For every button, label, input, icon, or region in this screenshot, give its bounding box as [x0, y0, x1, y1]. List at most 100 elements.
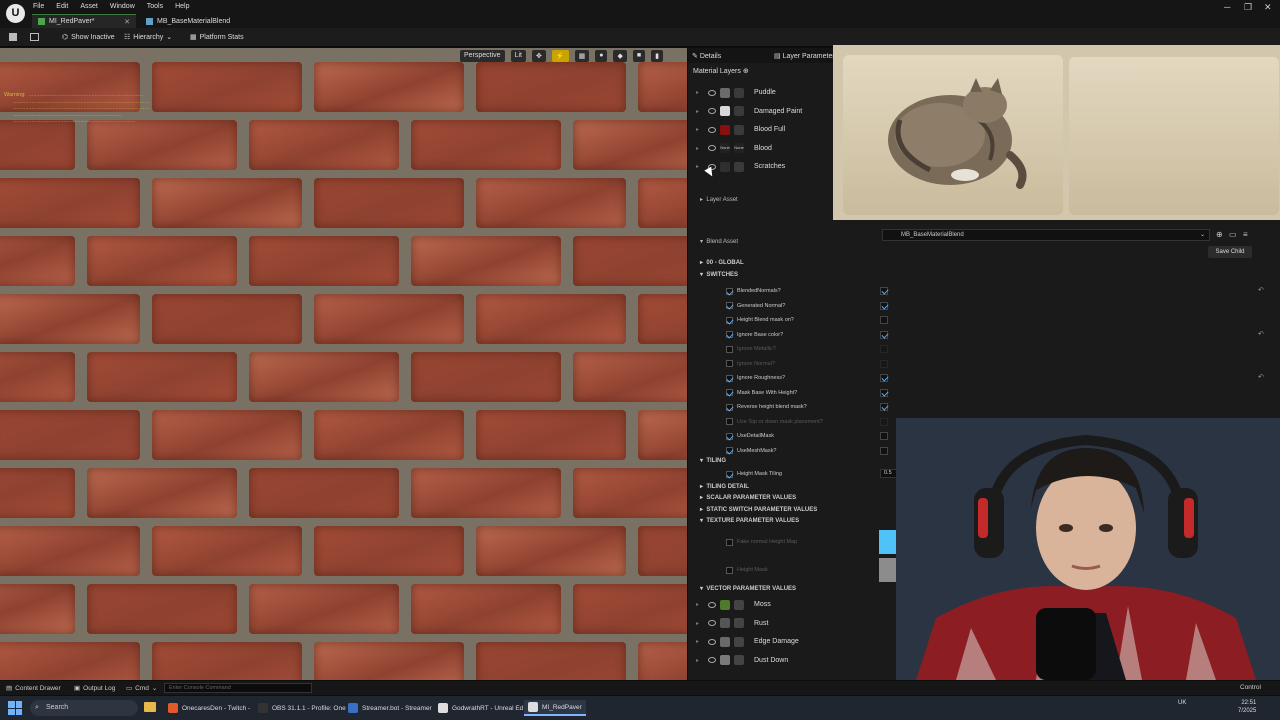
hierarchy-button[interactable]: ☷ Hierarchy ⌄ — [124, 33, 172, 42]
perspective-button[interactable]: Perspective — [460, 50, 505, 62]
browse-asset-icon[interactable]: ⊕ — [1216, 230, 1223, 239]
visibility-eye-icon[interactable] — [708, 108, 716, 114]
blend-thumbnail[interactable]: None — [734, 143, 744, 153]
visibility-eye-icon[interactable] — [708, 657, 716, 663]
blend-asset-dropdown[interactable]: MB_BaseMaterialBlend ⌄ — [882, 229, 1210, 241]
close-window-icon[interactable]: ✕ — [1264, 2, 1272, 13]
override-checkbox[interactable] — [726, 538, 733, 546]
add-layer-icon[interactable]: ⊕ — [743, 68, 749, 75]
menu-file[interactable]: File — [33, 3, 44, 10]
override-checkbox[interactable] — [726, 287, 733, 295]
expand-arrow-icon[interactable]: ▸ — [696, 89, 704, 96]
override-checkbox[interactable] — [726, 432, 733, 440]
grid-icon[interactable]: ▦ — [574, 50, 590, 62]
expand-arrow-icon[interactable]: ▸ — [696, 657, 704, 664]
expand-arrow-icon[interactable]: ▸ — [696, 145, 704, 152]
menu-tools[interactable]: Tools — [147, 3, 163, 10]
override-checkbox[interactable] — [726, 447, 733, 454]
filter-icon[interactable]: ≡ — [1243, 230, 1248, 239]
material-preview-viewport[interactable] — [0, 48, 687, 680]
realtime-icon[interactable]: ⚡ — [551, 50, 569, 62]
override-checkbox[interactable] — [726, 302, 733, 309]
blend-thumbnail[interactable] — [734, 161, 744, 172]
source-control-button[interactable]: Control — [1240, 684, 1261, 691]
material-layer-row[interactable]: ▸ Blood Full — [696, 121, 836, 138]
lit-button[interactable]: Lit — [510, 50, 526, 62]
taskbar-app[interactable]: OnecaresDen - Twitch - — [164, 700, 254, 716]
visibility-eye-icon[interactable] — [708, 126, 716, 133]
content-drawer-button[interactable]: ▤ Content Drawer — [6, 684, 61, 693]
menu-help[interactable]: Help — [175, 3, 189, 10]
taskbar-search[interactable]: ⌕ Search — [30, 700, 138, 716]
switch-value-checkbox[interactable] — [880, 330, 888, 339]
override-checkbox[interactable] — [726, 374, 733, 382]
blend-thumbnail[interactable] — [734, 618, 744, 628]
material-layer-row[interactable]: ▸ Puddle — [696, 84, 836, 101]
layer-thumbnail[interactable] — [720, 124, 730, 135]
layer-thumbnail[interactable] — [720, 618, 730, 628]
tab-layer-parameter[interactable]: ▤ Layer Parameter — [774, 52, 835, 60]
reset-icon[interactable]: ↶ — [1258, 373, 1264, 381]
menu-edit[interactable]: Edit — [56, 3, 68, 10]
cube-icon[interactable]: ■ — [632, 50, 646, 62]
tab-details[interactable]: ✎ Details — [692, 52, 721, 60]
override-checkbox[interactable] — [726, 331, 733, 338]
file-explorer-icon[interactable] — [144, 702, 156, 712]
expand-arrow-icon[interactable]: ▸ — [696, 620, 704, 627]
visibility-eye-icon[interactable] — [708, 601, 716, 608]
visibility-eye-icon[interactable] — [708, 638, 716, 645]
taskbar-app[interactable]: GodwrathRT - Unreal Ed — [434, 700, 527, 716]
switch-value-checkbox[interactable] — [880, 359, 888, 368]
unreal-logo-icon[interactable]: U — [6, 4, 25, 23]
group-switches[interactable]: ▾ SWITCHES — [700, 270, 1270, 281]
material-layer-row[interactable]: ▸ Damaged Paint — [696, 103, 836, 120]
minimize-icon[interactable]: ─ — [1224, 2, 1230, 12]
override-checkbox[interactable] — [726, 316, 733, 324]
menu-window[interactable]: Window — [110, 3, 135, 10]
material-layer-row[interactable]: ▸ None None Blood — [696, 140, 836, 157]
save-child-button[interactable]: Save Child — [1208, 246, 1252, 258]
expand-arrow-icon[interactable]: ▸ — [696, 638, 704, 645]
switch-value-checkbox[interactable] — [880, 345, 888, 353]
menu-asset[interactable]: Asset — [80, 3, 98, 10]
expand-arrow-icon[interactable]: ▸ — [696, 108, 704, 115]
show-inactive-button[interactable]: ⌬ Show Inactive — [62, 33, 115, 42]
blend-thumbnail[interactable] — [734, 636, 744, 647]
visibility-eye-icon[interactable] — [708, 89, 716, 96]
switch-value-checkbox[interactable] — [880, 316, 888, 324]
switch-value-checkbox[interactable] — [880, 403, 888, 411]
expand-arrow-icon[interactable]: ▸ — [696, 601, 704, 608]
switch-value-checkbox[interactable] — [880, 374, 888, 382]
override-checkbox[interactable] — [726, 470, 733, 478]
layer-thumbnail[interactable] — [720, 161, 730, 172]
output-log-button[interactable]: ▣ Output Log — [74, 684, 115, 693]
close-icon[interactable]: ✕ — [124, 18, 130, 26]
group-global[interactable]: ▸ 00 - GLOBAL — [700, 258, 1270, 269]
override-checkbox[interactable] — [726, 389, 733, 396]
system-clock[interactable]: 22:51 7/2025 — [1238, 699, 1256, 715]
blend-thumbnail[interactable] — [734, 599, 744, 610]
layer-thumbnail[interactable] — [720, 655, 730, 665]
console-input[interactable]: Enter Console Command — [164, 683, 312, 693]
locale-indicator[interactable]: UK — [1178, 700, 1186, 706]
layer-thumbnail[interactable] — [720, 636, 730, 647]
maximize-icon[interactable]: ❐ — [1244, 2, 1252, 13]
taskbar-app[interactable]: Streamer.bot - Streamer — [344, 700, 436, 716]
layer-thumbnail[interactable] — [720, 106, 730, 116]
switch-value-checkbox[interactable] — [880, 432, 888, 440]
expand-arrow-icon[interactable]: ▸ — [696, 163, 704, 170]
plane-icon[interactable]: ◆ — [613, 50, 627, 62]
blend-asset-section[interactable]: ▾ Blend Asset — [700, 238, 738, 245]
taskbar-app[interactable]: OBS 31.1.1 - Profile: One — [254, 700, 350, 716]
tab-mi-redpaver[interactable]: MI_RedPaver* ✕ — [32, 14, 136, 28]
save-icon[interactable] — [9, 33, 17, 41]
blend-thumbnail[interactable] — [734, 124, 744, 135]
expand-arrow-icon[interactable]: ▸ — [696, 126, 704, 133]
switch-value-checkbox[interactable] — [880, 301, 888, 310]
layer-thumbnail[interactable] — [720, 599, 730, 610]
blend-thumbnail[interactable] — [734, 106, 744, 116]
override-checkbox[interactable] — [726, 566, 733, 574]
folder-icon[interactable]: ▭ — [1229, 230, 1237, 239]
layer-thumbnail[interactable] — [720, 87, 730, 98]
layer-thumbnail[interactable]: None — [720, 143, 730, 153]
